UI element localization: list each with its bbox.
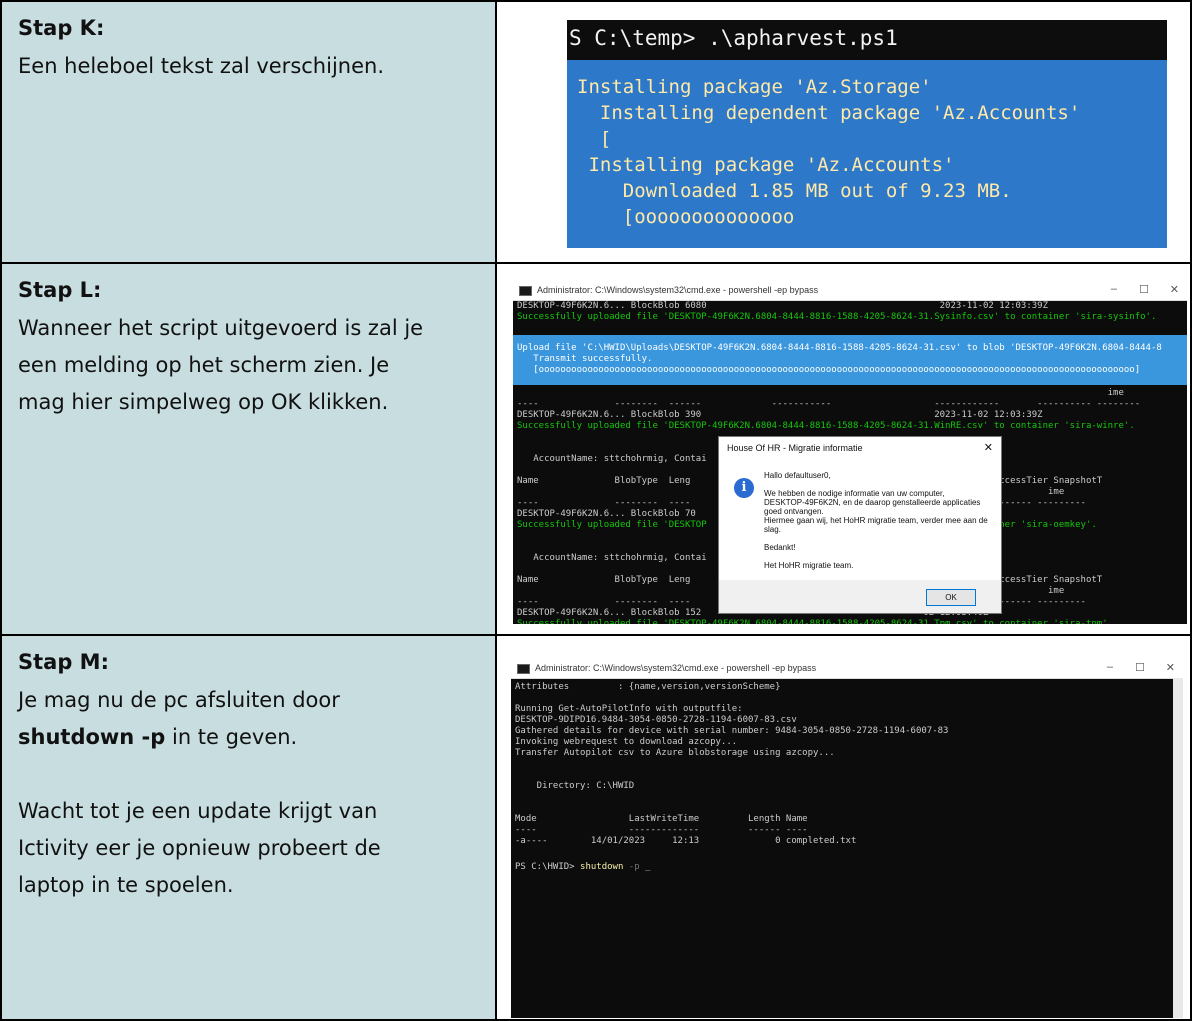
dialog-title: House Of HR - Migratie informatie — [727, 443, 863, 453]
command-arg: -p — [623, 862, 646, 872]
step-title: Stap L: — [18, 278, 102, 302]
prompt-line: S C:\temp> .\apharvest.ps1 — [569, 26, 898, 50]
dialog-message-line: Het HoHR migratie team. — [764, 561, 854, 570]
console-line: DESKTOP-49F6K2N.6... BlockBlob 390 2023-… — [517, 410, 1043, 420]
step-text: Wanneer het script uitgevoerd is zal je … — [18, 310, 488, 421]
maximize-button[interactable]: ☐ — [1139, 283, 1149, 296]
text-line: Wacht tot je een update krijgt van — [18, 799, 378, 823]
dialog-message: Hallo defaultuser0, We hebben de nodige i… — [764, 471, 994, 570]
row-stap-l: Stap L: Wanneer het script uitgevoerd is… — [0, 264, 1192, 636]
command-text: shutdown -p — [18, 725, 166, 749]
dialog-message-line: slag. — [764, 525, 781, 534]
console-line: -a---- 14/01/2023 12:13 0 completed.txt — [515, 836, 857, 846]
prompt-line: PS C:\HWID> shutdown -p _ — [515, 862, 651, 873]
output-line: Installing package 'Az.Accounts' — [577, 154, 955, 176]
cmd-app-icon — [519, 286, 532, 296]
command-word: shutdown — [580, 862, 624, 872]
step-text: Je mag nu de pc afsluiten door shutdown … — [18, 682, 488, 904]
console-line: Gathered details for device with serial … — [515, 726, 949, 736]
window-titlebar: Administrator: C:\Windows\system32\cmd.e… — [513, 280, 1187, 301]
dialog-message-line: We hebben de nodige informatie van uw co… — [764, 489, 945, 498]
output-line: Installing package 'Az.Storage' — [577, 76, 932, 98]
ok-button[interactable]: OK — [926, 589, 976, 606]
console-line: Transmit successfully. — [517, 354, 653, 364]
step-title: Stap M: — [18, 650, 109, 674]
text-line: mag hier simpelweg op OK klikken. — [18, 390, 389, 414]
dialog-message-line: goed ontvangen. — [764, 507, 824, 516]
document-table: Stap K: Een heleboel tekst zal verschijn… — [0, 0, 1192, 1021]
minimize-button[interactable]: – — [1111, 283, 1117, 295]
close-button[interactable]: ✕ — [1166, 661, 1175, 674]
text-line: shutdown -p in te geven. — [18, 719, 488, 756]
output-line: [oooooooooooooo — [577, 206, 795, 228]
cursor: _ — [645, 862, 651, 872]
dialog-message-line: Bedankt! — [764, 543, 796, 552]
console-line: DESKTOP-9DIPD16.9484-3054-0850-2728-1194… — [515, 715, 797, 725]
dialog-close-button[interactable]: ✕ — [984, 441, 993, 454]
cmd-app-icon — [517, 664, 530, 674]
scrollbar[interactable] — [1173, 678, 1183, 1018]
console-line: Mode LastWriteTime Length Name — [515, 814, 808, 824]
close-button[interactable]: ✕ — [1170, 283, 1179, 296]
console-line: Attributes : {name,version,versionScheme… — [515, 682, 781, 692]
console-line: ---- -------- ------ ----------- -------… — [517, 399, 1141, 409]
step-text: Een heleboel tekst zal verschijnen. — [18, 48, 488, 85]
output-line: Downloaded 1.85 MB out of 9.23 MB. — [577, 180, 1012, 202]
console-line: Successfully uploaded file 'DESKTOP-49F6… — [517, 619, 1114, 624]
info-icon: i — [734, 478, 754, 498]
row-stap-m: Stap M: Je mag nu de pc afsluiten door s… — [0, 636, 1192, 1021]
cmd-window: Administrator: C:\Windows\system32\cmd.e… — [511, 658, 1183, 1018]
screenshot-cell: S C:\temp> .\apharvest.ps1 Installing pa… — [497, 0, 1192, 264]
instruction-cell: Stap M: Je mag nu de pc afsluiten door s… — [0, 636, 497, 1021]
prompt: PS C:\HWID> — [515, 862, 581, 872]
prompt-bar: S C:\temp> .\apharvest.ps1 — [567, 20, 1167, 60]
text-suffix: in te geven. — [165, 725, 298, 749]
instruction-cell: Stap L: Wanneer het script uitgevoerd is… — [0, 264, 497, 636]
console-line: Transfer Autopilot csv to Azure blobstor… — [515, 748, 835, 758]
window-title: Administrator: C:\Windows\system32\cmd.e… — [535, 663, 817, 673]
console-line: [ooooooooooooooooooooooooooooooooooooooo… — [517, 365, 1141, 375]
dialog-message-line: Hiermee gaan wij, het HoHR migratie team… — [764, 516, 988, 525]
console-line: ---- ------------- ------ ---- — [515, 825, 808, 835]
console-line: Successfully uploaded file 'DESKTOP-49F6… — [517, 421, 1135, 431]
row-stap-k: Stap K: Een heleboel tekst zal verschijn… — [0, 0, 1192, 264]
window-titlebar: Administrator: C:\Windows\system32\cmd.e… — [511, 658, 1183, 679]
text-line: Een heleboel tekst zal verschijnen. — [18, 54, 384, 78]
console-line: DESKTOP-49F6K2N.6... BlockBlob 6080 2023… — [517, 301, 1049, 311]
instruction-cell: Stap K: Een heleboel tekst zal verschijn… — [0, 0, 497, 264]
console-line: Invoking webrequest to download azcopy..… — [515, 737, 738, 747]
dialog-message-line — [764, 534, 994, 543]
text-line: Je mag nu de pc afsluiten door — [18, 688, 340, 712]
powershell-zoom-screenshot: S C:\temp> .\apharvest.ps1 Installing pa… — [567, 20, 1167, 248]
output-line: [ — [577, 128, 612, 150]
dialog-message-line: DESKTOP-49F6K2N, en de daarop genstallee… — [764, 498, 981, 507]
screenshot-cell: Administrator: C:\Windows\system32\cmd.e… — [497, 264, 1192, 636]
console-line: Directory: C:\HWID — [515, 781, 635, 791]
window-title: Administrator: C:\Windows\system32\cmd.e… — [537, 285, 819, 295]
text-line: Wanneer het script uitgevoerd is zal je — [18, 316, 424, 340]
console-line: ime — [517, 388, 1124, 398]
dialog-message-line: Hallo defaultuser0, — [764, 471, 831, 480]
console-line: Successfully uploaded file 'DESKTOP-49F6… — [517, 312, 1157, 322]
console-line: Upload file 'C:\HWID\Uploads\DESKTOP-49F… — [517, 343, 1162, 353]
text-line: laptop in te spoelen. — [18, 873, 234, 897]
migratie-info-dialog: House Of HR - Migratie informatie ✕ i Ha… — [718, 436, 1002, 614]
output-line: Installing dependent package 'Az.Account… — [577, 102, 1081, 124]
console-line: Running Get-AutoPilotInfo with outputfil… — [515, 704, 743, 714]
dialog-message-line — [764, 552, 994, 561]
text-line: een melding op het scherm zien. Je — [18, 353, 390, 377]
maximize-button[interactable]: ☐ — [1135, 661, 1145, 674]
upload-progress-band: Upload file 'C:\HWID\Uploads\DESKTOP-49F… — [513, 335, 1187, 385]
cmd-window: Administrator: C:\Windows\system32\cmd.e… — [513, 280, 1187, 624]
dialog-footer: OK — [719, 580, 1001, 613]
console-line: AccountName: sttchohrmig, Contai — [517, 553, 707, 563]
console-line: AccountName: sttchohrmig, Contai — [517, 454, 707, 464]
step-title: Stap K: — [18, 16, 105, 40]
minimize-button[interactable]: – — [1107, 661, 1113, 673]
text-line: Ictivity eer je opnieuw probeert de — [18, 836, 381, 860]
dialog-message-line — [764, 480, 994, 489]
screenshot-cell: Administrator: C:\Windows\system32\cmd.e… — [497, 636, 1192, 1021]
